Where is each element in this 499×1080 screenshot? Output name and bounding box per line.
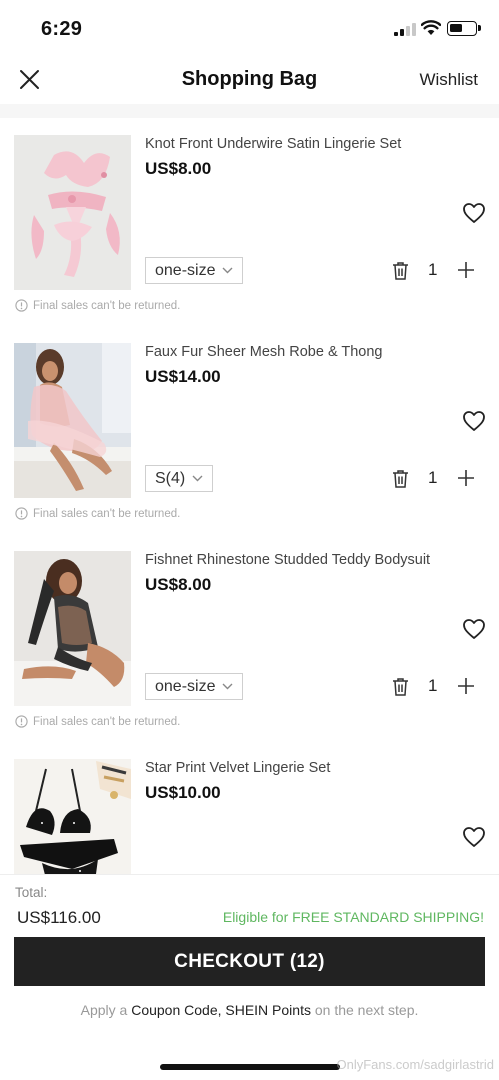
header-divider — [0, 104, 499, 118]
home-indicator[interactable] — [160, 1064, 340, 1070]
trash-icon[interactable] — [392, 469, 409, 488]
chevron-down-icon — [222, 267, 233, 274]
product-name[interactable]: Faux Fur Sheer Mesh Robe & Thong — [145, 344, 383, 360]
chevron-down-icon — [192, 475, 203, 482]
heart-icon[interactable] — [462, 826, 486, 848]
final-sale-text: Final sales can't be returned. — [33, 715, 181, 728]
plus-icon[interactable] — [457, 677, 475, 695]
checkout-button[interactable]: CHECKOUT (12) — [14, 937, 485, 986]
quantity-value: 1 — [428, 260, 438, 279]
wifi-icon — [421, 20, 441, 35]
quantity-value: 1 — [428, 468, 438, 487]
product-image[interactable] — [14, 759, 131, 874]
product-price: US$14.00 — [145, 367, 221, 386]
size-value: S(4) — [155, 469, 186, 487]
total-value: US$116.00 — [17, 908, 101, 927]
final-sale-note: Final sales can't be returned. — [15, 507, 180, 520]
coupon-highlight: Coupon Code, SHEIN Points — [131, 1002, 311, 1018]
product-name[interactable]: Fishnet Rhinestone Studded Teddy Bodysui… — [145, 552, 430, 568]
final-sale-text: Final sales can't be returned. — [33, 507, 181, 520]
coupon-suffix: on the next step. — [314, 1002, 419, 1018]
cart-item: Star Print Velvet Lingerie Set US$10.00 — [0, 742, 499, 874]
product-name[interactable]: Star Print Velvet Lingerie Set — [145, 760, 330, 776]
product-price: US$8.00 — [145, 159, 212, 178]
heart-icon[interactable] — [462, 202, 486, 224]
cart-item: Knot Front Underwire Satin Lingerie Set … — [0, 118, 499, 326]
coupon-prefix: Apply a — [80, 1002, 128, 1018]
free-shipping-note: Eligible for FREE STANDARD SHIPPING! — [222, 909, 484, 925]
battery-icon — [447, 21, 477, 36]
product-image[interactable] — [14, 551, 131, 706]
quantity-value: 1 — [428, 676, 438, 695]
size-select[interactable]: S(4) — [145, 465, 214, 492]
total-label: Total: — [15, 885, 48, 900]
heart-icon[interactable] — [462, 618, 486, 640]
final-sale-note: Final sales can't be returned. — [15, 715, 180, 728]
plus-icon[interactable] — [457, 469, 475, 487]
product-price: US$8.00 — [145, 575, 212, 594]
coupon-note: Apply a Coupon Code, SHEIN Points on the… — [0, 1002, 499, 1018]
chevron-down-icon — [222, 683, 233, 690]
size-select[interactable]: one-size — [145, 257, 244, 284]
size-select[interactable]: one-size — [145, 673, 244, 700]
size-value: one-size — [155, 677, 216, 695]
final-sale-text: Final sales can't be returned. — [33, 299, 181, 312]
wishlist-link[interactable]: Wishlist — [419, 70, 478, 90]
heart-icon[interactable] — [462, 410, 486, 432]
cart-item: Fishnet Rhinestone Studded Teddy Bodysui… — [0, 534, 499, 742]
product-name[interactable]: Knot Front Underwire Satin Lingerie Set — [145, 136, 401, 152]
plus-icon[interactable] — [457, 261, 475, 279]
checkout-footer: Total: US$116.00 Eligible for FREE STAND… — [0, 874, 499, 1080]
final-sale-note: Final sales can't be returned. — [15, 299, 180, 312]
trash-icon[interactable] — [392, 677, 409, 696]
status-bar: 6:29 — [0, 0, 499, 58]
watermark: OnlyFans.com/sadgirlastrid — [336, 1057, 495, 1072]
product-price: US$10.00 — [145, 783, 221, 802]
signal-icon — [394, 23, 416, 36]
battery-cap — [478, 25, 481, 31]
product-image[interactable] — [14, 135, 131, 290]
cart-item: Faux Fur Sheer Mesh Robe & Thong US$14.0… — [0, 326, 499, 534]
info-icon — [15, 507, 28, 520]
trash-icon[interactable] — [392, 261, 409, 280]
size-value: one-size — [155, 261, 216, 279]
product-image[interactable] — [14, 343, 131, 498]
info-icon — [15, 299, 28, 312]
status-time: 6:29 — [41, 18, 83, 40]
header: Shopping Bag Wishlist — [0, 58, 499, 104]
info-icon — [15, 715, 28, 728]
cart-items-list[interactable]: Knot Front Underwire Satin Lingerie Set … — [0, 118, 499, 874]
